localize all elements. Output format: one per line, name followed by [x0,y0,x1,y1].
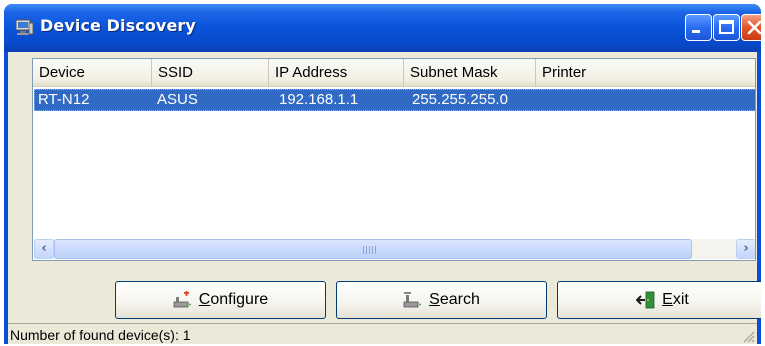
cell-subnet-mask: 255.255.255.0 [412,91,508,108]
maximize-icon [719,20,734,34]
window-title: Device Discovery [40,16,196,35]
scrollbar-thumb[interactable] [54,239,692,259]
scroll-left-button[interactable]: ‹ [34,239,54,259]
column-header-ip-address[interactable]: IP Address [269,59,404,87]
cell-device: RT-N12 [38,91,90,108]
column-header-subnet-mask[interactable]: Subnet Mask [404,59,536,87]
client-area: Device SSID IP Address Subnet Mask Print… [8,52,761,344]
maximize-button[interactable] [713,14,740,41]
list-header: Device SSID IP Address Subnet Mask Print… [33,59,755,87]
cell-ssid: ASUS [157,91,198,108]
configure-icon [173,291,191,308]
device-list[interactable]: Device SSID IP Address Subnet Mask Print… [32,58,756,261]
scroll-right-button[interactable]: › [736,239,755,259]
chevron-left-icon: ‹ [41,241,47,256]
configure-button[interactable]: Configure [115,281,326,319]
column-header-ssid[interactable]: SSID [152,59,269,87]
search-icon [403,292,422,308]
column-header-printer[interactable]: Printer [536,59,755,87]
close-icon [747,20,761,35]
exit-icon [636,291,655,309]
size-grip-icon[interactable] [741,329,755,343]
close-button[interactable] [741,14,761,41]
cell-ip-address: 192.168.1.1 [279,91,359,108]
minimize-button[interactable] [685,14,712,41]
device-discovery-window: Device Discovery Device SSID IP Address [4,4,761,344]
column-header-device[interactable]: Device [33,59,152,87]
title-bar[interactable]: Device Discovery [4,4,761,52]
search-label: earch [439,291,480,308]
status-bar: Number of found device(s): 1 [8,323,757,344]
chevron-right-icon: › [743,241,749,256]
horizontal-scrollbar[interactable]: ‹ › [34,239,755,259]
configure-label: onfigure [210,291,269,308]
exit-mnemonic: E [662,291,673,308]
configure-mnemonic: C [198,291,211,308]
app-icon [15,19,34,35]
status-text: Number of found device(s): 1 [10,327,191,343]
search-mnemonic: S [429,291,440,308]
exit-label: xit [672,291,689,308]
exit-button[interactable]: Exit [557,281,761,319]
table-row[interactable]: RT-N12 ASUS 192.168.1.1 255.255.255.0 [34,89,755,111]
search-button[interactable]: Search [336,281,547,319]
minimize-icon [692,30,700,33]
grip-icon [363,246,377,254]
